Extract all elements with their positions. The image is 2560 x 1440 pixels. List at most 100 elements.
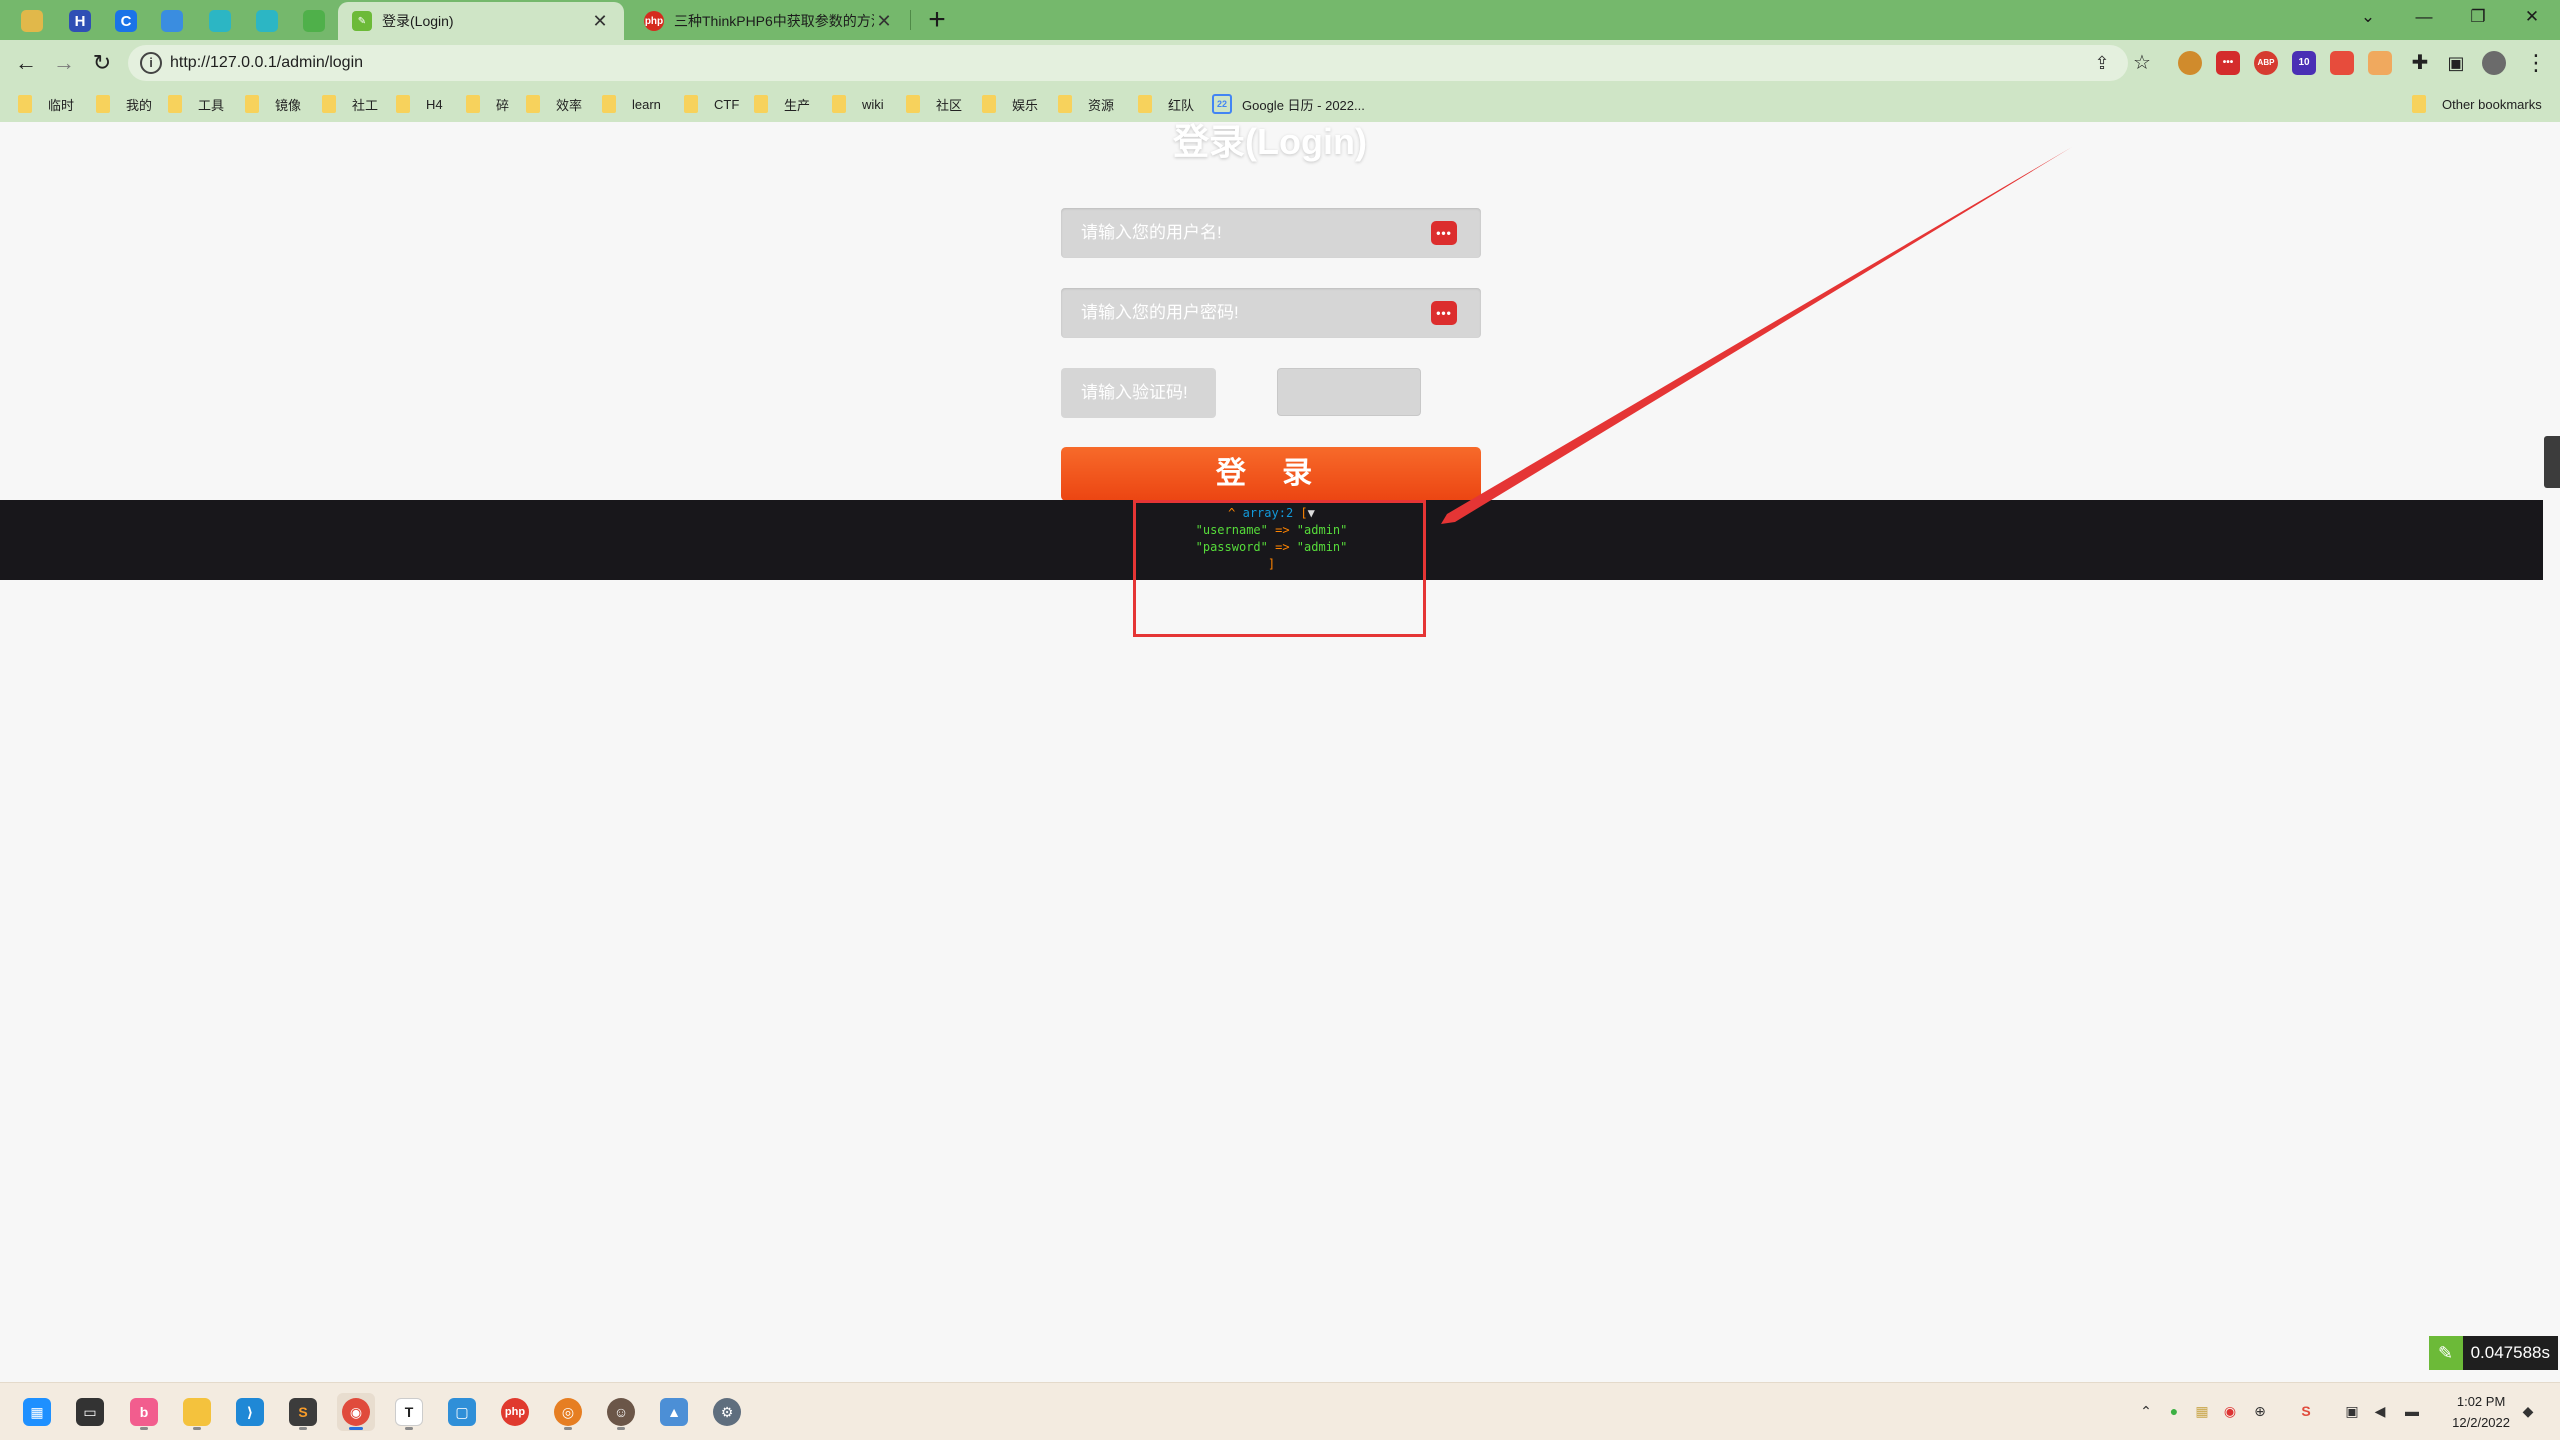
taskbar-vscode[interactable]: ⟩: [231, 1393, 269, 1431]
close-window-button[interactable]: ✕: [2506, 0, 2558, 34]
pinned-tab-3[interactable]: C: [104, 4, 148, 38]
bookmark-folder[interactable]: 碎: [466, 93, 509, 115]
url-text[interactable]: http://127.0.0.1/admin/login: [170, 45, 363, 81]
sogou-input-icon[interactable]: S: [2296, 1401, 2316, 1421]
taskbar-sublime[interactable]: S: [284, 1393, 322, 1431]
notification-icon[interactable]: ◆: [2518, 1401, 2538, 1421]
pinned-tab-5[interactable]: [198, 4, 242, 38]
taskbar-browser[interactable]: ◎: [549, 1393, 587, 1431]
taskbar-start[interactable]: ▦: [18, 1393, 56, 1431]
bookmark-label: 社区: [936, 97, 963, 113]
bookmark-folder[interactable]: 社区: [906, 93, 962, 115]
folder-icon: [1058, 95, 1072, 113]
photos-icon: ▲: [660, 1398, 688, 1426]
taskbar-task-view[interactable]: ▭: [71, 1393, 109, 1431]
qq-icon[interactable]: ◉: [2220, 1401, 2240, 1421]
bookmark-folder[interactable]: 社工: [322, 93, 378, 115]
folder-icon: [906, 95, 920, 113]
runtime-value: 0.047588s: [2470, 1343, 2550, 1362]
wechat-icon[interactable]: ●: [2164, 1401, 2184, 1421]
taskbar-vm[interactable]: ▢: [443, 1393, 481, 1431]
minimize-button[interactable]: —: [2398, 0, 2450, 34]
taskbar-chrome[interactable]: ◉: [337, 1393, 375, 1431]
new-tab-button[interactable]: +: [920, 3, 954, 37]
vm-icon: ▢: [448, 1398, 476, 1426]
bookmark-label: 工具: [198, 97, 225, 113]
graduation-cap-icon[interactable]: 10: [2292, 51, 2316, 75]
pinned-tab-1[interactable]: [10, 4, 54, 38]
menu-kebab-icon[interactable]: ⋮: [2520, 47, 2552, 79]
tab-strip: H C ✎ 登录(Login) ✕ php 三种ThinkPHP6中获取参数的方…: [0, 0, 2560, 40]
bookmark-folder[interactable]: 我的: [96, 93, 152, 115]
taskbar-typora[interactable]: T: [390, 1393, 428, 1431]
tab-thinkphp-article[interactable]: php 三种ThinkPHP6中获取参数的方法 ✕: [630, 2, 908, 40]
bookmark-folder[interactable]: 工具: [168, 93, 224, 115]
pinned-tab-7[interactable]: [292, 4, 336, 38]
bookmark-folder[interactable]: 资源: [1058, 93, 1114, 115]
taskbar-file-explorer[interactable]: [178, 1393, 216, 1431]
bookmark-folder[interactable]: wiki: [832, 93, 884, 115]
taskbar-php[interactable]: php: [496, 1393, 534, 1431]
pinned-tab-6[interactable]: [245, 4, 289, 38]
bookmark-label: 资源: [1088, 97, 1115, 113]
taskbar-clock[interactable]: 1:02 PM 12/2/2022: [2452, 1391, 2510, 1433]
other-bookmarks[interactable]: Other bookmarks: [2412, 93, 2542, 115]
bookmark-folder[interactable]: H4: [396, 93, 443, 115]
close-tab-icon[interactable]: ✕: [874, 11, 894, 32]
tab-search-chevron-icon[interactable]: ⌄: [2342, 0, 2394, 34]
globe-icon: ◎: [554, 1398, 582, 1426]
runtime-badge[interactable]: ✎ 0.047588s: [2428, 1336, 2558, 1370]
pinned-tab-4[interactable]: [150, 4, 194, 38]
battery-icon[interactable]: ▬: [2402, 1401, 2422, 1421]
folder-icon: [396, 95, 410, 113]
bookmark-folder[interactable]: 娱乐: [982, 93, 1038, 115]
extensions-puzzle-icon[interactable]: ✚: [2404, 47, 2436, 79]
taskbar-settings[interactable]: ⚙: [708, 1393, 746, 1431]
address-bar[interactable]: i http://127.0.0.1/admin/login ⇪: [128, 45, 2128, 81]
bookmark-folder[interactable]: 效率: [526, 93, 582, 115]
bookmark-folder[interactable]: 镜像: [245, 93, 301, 115]
taskbar-photos[interactable]: ▲: [655, 1393, 693, 1431]
pinned-tab-2[interactable]: H: [58, 4, 102, 38]
tab-login[interactable]: ✎ 登录(Login) ✕: [338, 2, 624, 40]
taskbar-bilibili[interactable]: b: [125, 1393, 163, 1431]
bookmark-label: H4: [426, 96, 443, 112]
running-indicator: [299, 1427, 307, 1430]
vscode-icon: ⟩: [236, 1398, 264, 1426]
bookmark-star-icon[interactable]: ☆: [2126, 47, 2158, 79]
taskbar-avatar-app[interactable]: ☺: [602, 1393, 640, 1431]
folder-tray-icon[interactable]: ▦: [2192, 1401, 2212, 1421]
cookie-icon[interactable]: [2178, 51, 2202, 75]
bookmark-google-calendar[interactable]: 22 Google 日历 - 2022...: [1212, 93, 1365, 115]
speaker-icon[interactable]: ◀: [2370, 1401, 2390, 1421]
bookmark-label: learn: [632, 96, 661, 112]
touchpad-icon[interactable]: ⊕: [2250, 1401, 2270, 1421]
bookmark-folder[interactable]: 临时: [18, 93, 74, 115]
password-icon[interactable]: •••: [2216, 51, 2240, 75]
bookmark-folder[interactable]: CTF: [684, 93, 739, 115]
h-letter-icon: H: [69, 10, 91, 32]
network-icon[interactable]: ▣: [2342, 1401, 2362, 1421]
bookmark-folder[interactable]: 生产: [754, 93, 810, 115]
bookmark-folder[interactable]: learn: [602, 93, 661, 115]
gear-icon: ⚙: [713, 1398, 741, 1426]
share-icon[interactable]: ⇪: [2090, 51, 2114, 75]
multicolor-app-icon: [21, 10, 43, 32]
avatar-icon: ☺: [607, 1398, 635, 1426]
bookmark-folder[interactable]: 红队: [1138, 93, 1194, 115]
adblock-icon[interactable]: ABP: [2254, 51, 2278, 75]
running-indicator: [349, 1427, 363, 1430]
site-info-icon[interactable]: i: [140, 52, 162, 74]
chevron-up-icon[interactable]: ⌃: [2136, 1401, 2156, 1421]
side-panel-icon[interactable]: ▣: [2440, 47, 2472, 79]
red-ext-icon[interactable]: [2330, 51, 2354, 75]
reload-icon[interactable]: ↻: [86, 47, 118, 79]
folder-icon: [322, 95, 336, 113]
forward-arrow-icon[interactable]: →: [48, 47, 80, 79]
scroll-handle[interactable]: [2544, 436, 2560, 488]
close-tab-icon[interactable]: ✕: [590, 11, 610, 32]
hand-icon[interactable]: [2368, 51, 2392, 75]
restore-button[interactable]: ❐: [2452, 0, 2504, 34]
back-arrow-icon[interactable]: ←: [10, 47, 42, 79]
profile-avatar[interactable]: [2482, 51, 2506, 75]
